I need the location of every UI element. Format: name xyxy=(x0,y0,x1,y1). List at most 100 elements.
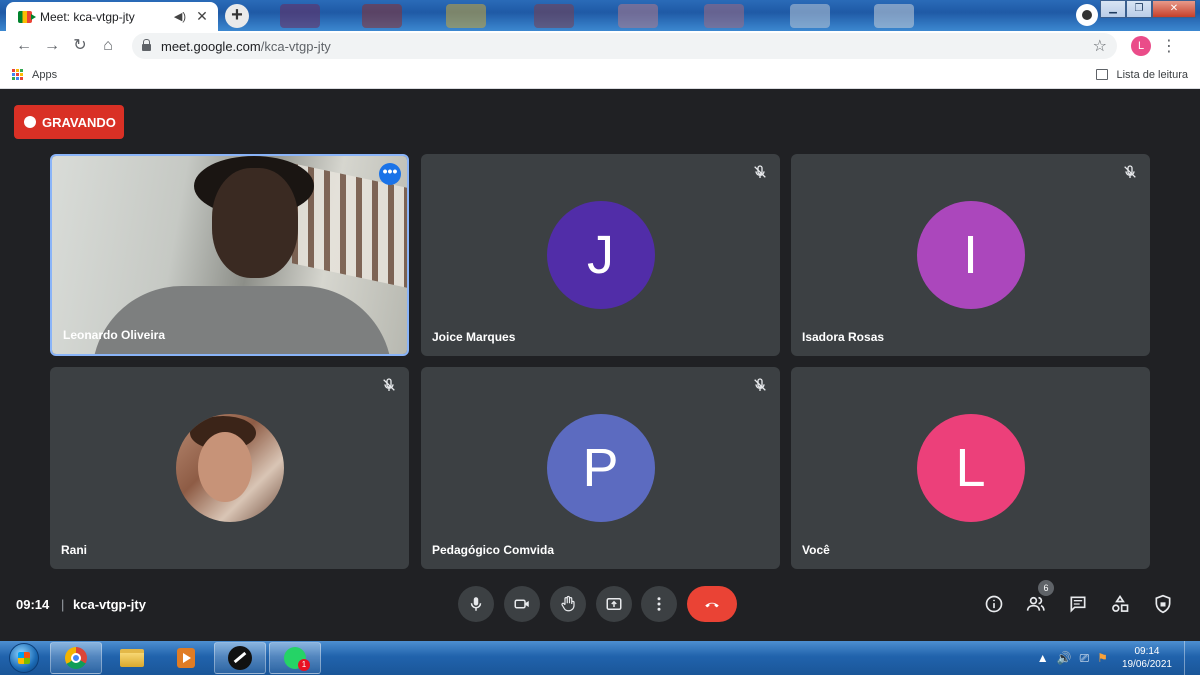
background-window-thumbnail xyxy=(618,4,658,28)
reading-list-label: Lista de leitura xyxy=(1116,68,1188,81)
microphone-button[interactable] xyxy=(458,586,494,622)
lock-icon[interactable] xyxy=(142,39,151,51)
participant-video xyxy=(52,156,407,354)
raise-hand-button[interactable] xyxy=(550,586,586,622)
browser-tab[interactable]: Meet: kca-vtgp-jty ◀) ✕ xyxy=(6,2,218,31)
participants-button[interactable] xyxy=(1025,593,1047,615)
participant-name: Você xyxy=(802,543,830,557)
apps-grid-icon[interactable] xyxy=(12,68,24,81)
chrome-icon xyxy=(65,647,87,669)
participant-name: Pedagógico Comvida xyxy=(432,543,555,557)
tab-audio-icon[interactable]: ◀) xyxy=(174,10,186,23)
back-arrow-icon[interactable]: ← xyxy=(10,32,38,60)
activities-button[interactable] xyxy=(1109,593,1131,615)
tab-close-icon[interactable]: ✕ xyxy=(194,8,210,25)
browser-tab-strip: Meet: kca-vtgp-jty ◀) ✕ + ▁ ❐ ✕ xyxy=(0,0,1200,31)
participant-tile-isadora[interactable]: I Isadora Rosas xyxy=(791,154,1150,356)
background-window-thumbnail xyxy=(534,4,574,28)
participant-avatar: I xyxy=(916,201,1025,309)
participant-name: Isadora Rosas xyxy=(802,330,885,344)
more-options-button[interactable] xyxy=(641,586,677,622)
bookmark-star-icon[interactable]: ☆ xyxy=(1093,36,1107,56)
meeting-code: kca-vtgp-jty xyxy=(73,597,146,612)
taskbar-explorer[interactable] xyxy=(106,642,158,674)
taskbar-clock[interactable]: 09:14 19/06/2021 xyxy=(1122,645,1172,671)
network-icon[interactable]: ⎚ xyxy=(1080,651,1090,666)
folder-icon xyxy=(120,649,144,667)
address-bar[interactable]: meet.google.com /kca-vtgp-jty ☆ xyxy=(132,33,1117,59)
mic-icon xyxy=(470,597,482,611)
home-icon[interactable]: ⌂ xyxy=(94,32,122,60)
taskbar-inkscape[interactable] xyxy=(214,642,266,674)
minimize-button[interactable]: ▁ xyxy=(1100,0,1126,18)
camera-button[interactable] xyxy=(504,586,540,622)
recording-label: GRAVANDO xyxy=(42,114,116,130)
participant-count-badge: 6 xyxy=(1038,580,1054,596)
participant-tile-rani[interactable]: Rani xyxy=(50,367,409,569)
muted-mic-icon xyxy=(1124,165,1136,178)
people-icon xyxy=(1026,596,1045,611)
reload-icon[interactable]: ↻ xyxy=(66,32,94,60)
separator: | xyxy=(61,597,65,612)
windows-logo-icon xyxy=(9,643,39,673)
windows-taskbar: 1 ▲ 🔊 ⎚ ⚑ 09:14 19/06/2021 xyxy=(0,641,1200,675)
new-tab-button[interactable]: + xyxy=(225,4,249,28)
browser-menu-icon[interactable]: ⋮ xyxy=(1161,36,1177,56)
present-screen-icon xyxy=(606,598,622,610)
inkscape-icon xyxy=(228,646,252,670)
clock-date: 19/06/2021 xyxy=(1121,659,1172,670)
participant-profile-photo xyxy=(175,414,284,522)
show-hidden-icons-icon[interactable]: ▲ xyxy=(1037,651,1049,665)
show-desktop-button[interactable] xyxy=(1184,641,1194,675)
tile-more-options-button[interactable]: ••• xyxy=(379,163,401,185)
end-call-button[interactable] xyxy=(687,586,737,622)
participant-tile-self[interactable]: L Você xyxy=(791,367,1150,569)
maximize-button[interactable]: ❐ xyxy=(1126,0,1152,18)
background-window-thumbnail xyxy=(790,4,830,28)
muted-mic-icon xyxy=(383,378,395,391)
recording-badge[interactable]: GRAVANDO xyxy=(14,105,124,139)
host-controls-button[interactable] xyxy=(1152,593,1174,615)
clock-time: 09:14 xyxy=(1134,646,1160,657)
meeting-time: 09:14 xyxy=(16,597,50,612)
activities-icon xyxy=(1112,594,1129,612)
background-window-thumbnail xyxy=(704,4,744,28)
url-path: /kca-vtgp-jty xyxy=(260,38,331,54)
participant-name: Leonardo Oliveira xyxy=(63,328,166,342)
present-screen-button[interactable] xyxy=(596,586,632,622)
info-icon xyxy=(985,595,1003,613)
background-window-thumbnail xyxy=(874,4,914,28)
profile-avatar[interactable]: L xyxy=(1131,36,1151,56)
participant-tile-pedagogico[interactable]: P Pedagógico Comvida xyxy=(421,367,780,569)
muted-mic-icon xyxy=(754,165,766,178)
participant-name: Joice Marques xyxy=(432,330,516,344)
participant-tile-leonardo[interactable]: ••• Leonardo Oliveira xyxy=(50,154,409,356)
media-player-icon xyxy=(177,648,195,668)
meeting-details-button[interactable] xyxy=(983,593,1005,615)
reading-list-icon xyxy=(1096,69,1109,80)
chat-icon xyxy=(1070,596,1086,613)
taskbar-whatsapp[interactable]: 1 xyxy=(269,642,321,674)
reading-list-button[interactable]: Lista de leitura xyxy=(1096,69,1188,81)
apps-bookmark[interactable]: Apps xyxy=(32,69,57,81)
raise-hand-icon xyxy=(561,595,575,612)
forward-arrow-icon[interactable]: → xyxy=(38,32,66,60)
window-controls: ▁ ❐ ✕ xyxy=(1100,0,1196,18)
close-window-button[interactable]: ✕ xyxy=(1152,0,1196,18)
volume-icon[interactable]: 🔊 xyxy=(1057,651,1072,665)
system-tray: ▲ 🔊 ⎚ ⚑ 09:14 19/06/2021 xyxy=(1037,641,1194,675)
participant-avatar: P xyxy=(546,414,655,522)
chat-button[interactable] xyxy=(1067,593,1089,615)
start-button[interactable] xyxy=(4,641,44,675)
taskbar-media-player[interactable] xyxy=(160,642,212,674)
participant-avatar: J xyxy=(546,201,655,309)
browser-profile-icon[interactable] xyxy=(1076,4,1098,26)
meet-call-area: GRAVANDO ••• Leonardo Oliveira J Joice M… xyxy=(0,90,1200,641)
participant-avatar: L xyxy=(916,414,1025,522)
participant-tile-joice[interactable]: J Joice Marques xyxy=(421,154,780,356)
end-call-icon xyxy=(705,602,719,608)
taskbar-chrome[interactable] xyxy=(50,642,102,674)
background-window-thumbnail xyxy=(446,4,486,28)
camera-icon xyxy=(514,599,529,609)
action-center-flag-icon[interactable]: ⚑ xyxy=(1097,651,1108,665)
